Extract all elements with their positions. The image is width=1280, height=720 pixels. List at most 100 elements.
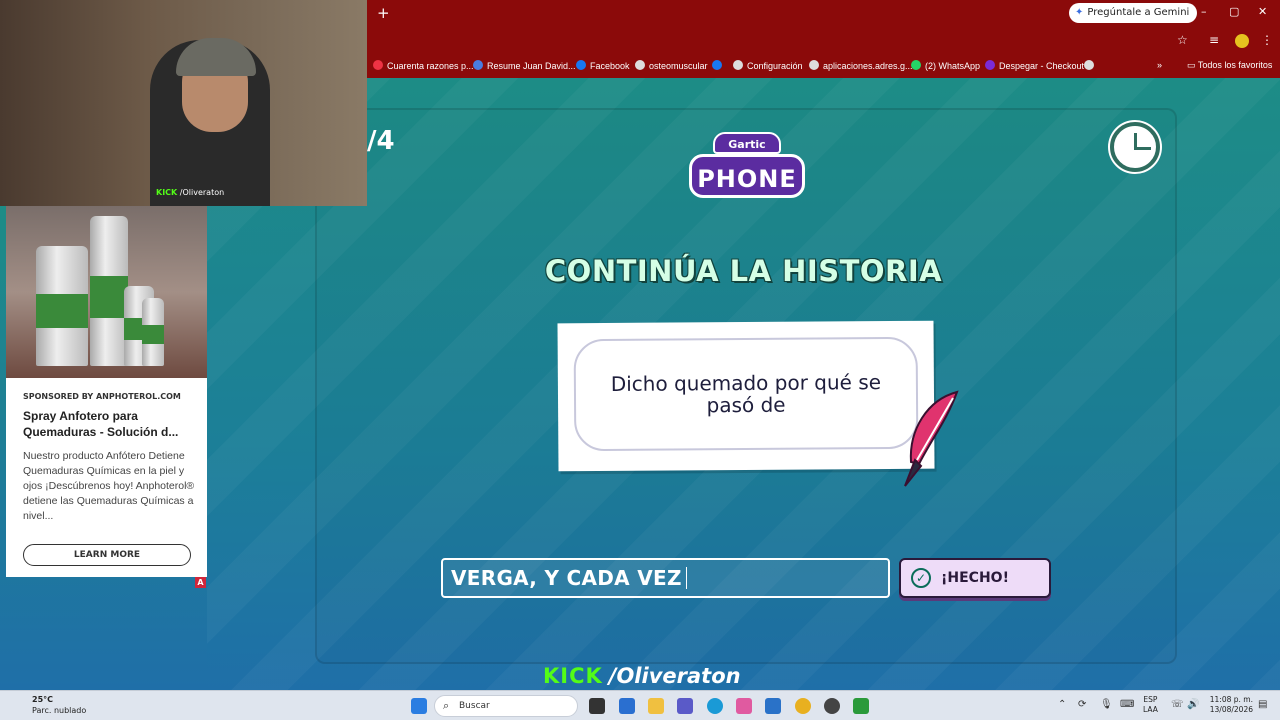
bookmarks-bar: Cuarenta razones p... Resume Juan David.… (367, 56, 1280, 78)
weather-temp: 25°C (32, 695, 54, 704)
xbox-icon[interactable] (853, 698, 869, 714)
text-caret (685, 567, 687, 589)
gear-icon (733, 60, 743, 70)
quill-icon (904, 390, 959, 487)
gemini-label: Pregúntale a Gemini (1087, 7, 1190, 18)
bookmark-star-icon[interactable]: ☆ (1177, 33, 1188, 47)
story-input[interactable]: VERGA, Y CADA VEZ (441, 558, 890, 598)
notifications-icon[interactable]: ▤ (1258, 699, 1267, 710)
task-view-icon[interactable] (589, 698, 605, 714)
stream-watermark: KICK/Oliveraton (543, 664, 741, 688)
browser-tab-bar: + ✦ Pregúntale a Gemini – ▢ ✕ (367, 0, 1280, 27)
folder-icon: ▭ (1187, 60, 1198, 70)
learn-more-button[interactable]: LEARN MORE (23, 544, 191, 566)
keyboard-icon[interactable]: ⌨ (1120, 699, 1134, 710)
webcam-username: /Oliveraton (179, 188, 225, 197)
minimize-button[interactable]: – (1201, 5, 1207, 18)
browser-toolbar: ☆ ≡ ⋮ (367, 27, 1280, 56)
check-icon: ✓ (911, 568, 931, 588)
store-icon[interactable] (619, 698, 635, 714)
sponsored-ad[interactable]: SPONSORED BY ANPHOTEROL.COM Spray Anfote… (6, 206, 207, 577)
all-bookmarks-folder[interactable]: ▭ Todos los favoritos (1187, 60, 1272, 71)
taskbar-search[interactable]: ⌕ Buscar (434, 695, 578, 717)
profile-avatar[interactable] (1235, 34, 1249, 48)
product-label (36, 294, 88, 328)
new-tab-button[interactable]: + (377, 4, 390, 22)
facebook-icon (712, 60, 722, 70)
logo-bottom-text: PHONE (689, 154, 805, 198)
ad-sponsor: SPONSORED BY ANPHOTEROL.COM (23, 392, 181, 401)
search-placeholder: Buscar (459, 701, 490, 711)
menu-icon[interactable]: ⋮ (1261, 33, 1273, 47)
clock-time: 11:08 p. m. (1209, 695, 1253, 704)
bookmark-item[interactable] (1084, 60, 1098, 71)
bookmark-item[interactable]: (2) WhatsApp (911, 60, 980, 71)
facebook-icon (576, 60, 586, 70)
bookmark-item[interactable]: Resume Juan David... (473, 60, 576, 71)
bookmark-item[interactable]: osteomuscular (635, 60, 708, 71)
maximize-button[interactable]: ▢ (1229, 5, 1239, 18)
product-label (90, 276, 128, 318)
ad-body: Nuestro producto Anfótero Detiene Quemad… (23, 450, 195, 522)
product-image (36, 246, 88, 366)
chrome-icon[interactable] (795, 698, 811, 714)
bookmark-icon (473, 60, 483, 70)
bookmark-item[interactable]: Cuarenta razones p... (373, 60, 474, 71)
weather-desc: Parc. nublado (32, 706, 87, 715)
sync-icon[interactable]: ⟳ (1078, 699, 1086, 710)
taskbar: 25°C Parc. nublado ⌕ Buscar ⌃ ⟳ 🎙 ⌨ ESP L… (0, 690, 1280, 720)
bookmark-item[interactable]: aplicaciones.adres.g... (809, 60, 913, 71)
teams-icon[interactable] (677, 698, 693, 714)
bookmark-item[interactable]: Facebook (576, 60, 630, 71)
prompt-text: Dicho quemado por qué se pasó de (610, 370, 882, 418)
network-icon[interactable]: ☏ (1171, 699, 1184, 710)
bookmark-item[interactable]: Configuración (733, 60, 803, 71)
gartic-phone-logo: Gartic PHONE (689, 130, 805, 202)
volume-icon[interactable]: 🔊 (1187, 699, 1199, 710)
bookmark-item[interactable] (712, 60, 726, 71)
clock-date: 13/08/2026 (1209, 705, 1253, 714)
timer-icon (1110, 122, 1160, 172)
outlook-icon[interactable] (765, 698, 781, 714)
keyboard-layout: LAA (1143, 705, 1158, 714)
language-indicator[interactable]: ESP LAA (1143, 695, 1158, 715)
media-control-icon[interactable]: ≡ (1209, 33, 1219, 47)
close-window-button[interactable]: ✕ (1258, 5, 1267, 18)
page-title: CONTINÚA LA HISTORIA (544, 254, 943, 288)
ad-image[interactable] (6, 206, 207, 378)
search-icon: ⌕ (443, 699, 450, 712)
done-label: ¡HECHO! (941, 570, 1009, 586)
ad-choices-icon[interactable]: A (195, 577, 206, 588)
clock[interactable]: 11:08 p. m. 13/08/2026 (1205, 695, 1253, 715)
microphone-icon[interactable]: 🎙 (1100, 699, 1113, 710)
game-area: /4 Gartic PHONE CONTINÚA LA HISTORIA Dic… (207, 78, 1280, 690)
bookmarks-overflow[interactable]: » (1157, 60, 1162, 70)
windows-start-icon[interactable] (411, 698, 427, 714)
weather-widget[interactable]: 25°C Parc. nublado (14, 694, 86, 716)
obs-icon[interactable] (824, 698, 840, 714)
kick-logo: KICK (156, 188, 178, 197)
bookmark-item[interactable]: Despegar - Checkout (985, 60, 1084, 71)
tray-chevron-icon[interactable]: ⌃ (1058, 699, 1066, 710)
product-image (142, 298, 164, 366)
globe-icon (1084, 60, 1094, 70)
file-explorer-icon[interactable] (648, 698, 664, 714)
whatsapp-icon (911, 60, 921, 70)
globe-icon (809, 60, 819, 70)
product-label (142, 325, 164, 345)
prompt-card: Dicho quemado por qué se pasó de (557, 320, 935, 472)
webcam-tag: KICK /Oliveraton (156, 188, 224, 197)
copilot-icon[interactable] (736, 698, 752, 714)
kick-logo: KICK (543, 664, 603, 688)
done-button[interactable]: ✓ ¡HECHO! (899, 558, 1051, 598)
stream-username: /Oliveraton (608, 664, 741, 688)
logo-top-text: Gartic (713, 132, 781, 154)
webcam-feed: KICK /Oliveraton (0, 0, 367, 206)
gemini-button[interactable]: ✦ Pregúntale a Gemini (1069, 3, 1198, 23)
story-input-value: VERGA, Y CADA VEZ (451, 566, 682, 590)
edge-icon[interactable] (707, 698, 723, 714)
product-image (90, 216, 128, 366)
ad-title[interactable]: Spray Anfotero para Quemaduras - Solució… (23, 408, 198, 440)
round-counter: /4 (367, 126, 395, 156)
despegar-icon (985, 60, 995, 70)
